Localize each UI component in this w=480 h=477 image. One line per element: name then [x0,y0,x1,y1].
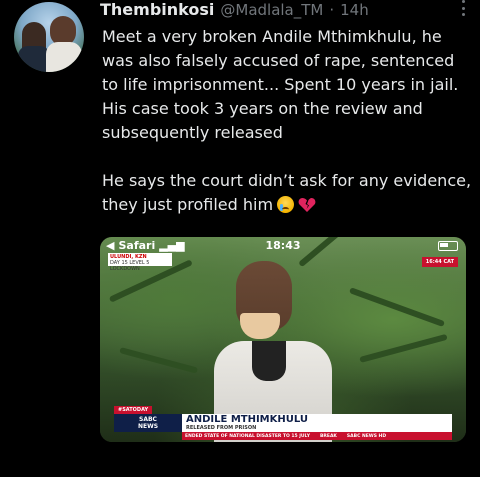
strap-subtitle: RELEASED FROM PRISON [186,425,257,431]
avatar-person-right-body [46,42,82,72]
name-strap: ANDILE MTHIMKHULU RELEASED FROM PRISON [182,414,452,432]
tweet[interactable]: Thembinkosi @Madlala_TM · 14h Meet a ver… [0,0,480,477]
news-crawl: ENDED STATE OF NATIONAL DISASTER TO 15 J… [182,432,452,440]
status-app-label: Safari [118,238,156,252]
person-shirt [252,341,286,381]
tweet-header: Thembinkosi @Madlala_TM · 14h [100,0,450,22]
author-name[interactable]: Thembinkosi [100,0,214,19]
broken-heart-icon [298,196,316,212]
crawl-break: BREAK [319,433,337,439]
tweet-paragraph-2: He says the court didn’t ask for any evi… [102,169,472,217]
face-mask [240,313,280,339]
tweet-media-image[interactable]: ◀ Safari ▂▄▆ 18:43 ULUNDI, KZN DAY 15 LE… [100,237,466,442]
meta-separator: · [329,1,335,19]
sabc-news-logo: SABC NEWS [114,414,182,432]
location-ticker: ULUNDI, KZN DAY 15 LEVEL 5 LOCKDOWN [108,253,172,272]
strap-name: ANDILE MTHIMKHULU [186,414,309,425]
battery-icon [438,241,458,251]
crying-face-icon [277,196,295,213]
crawl-site: SABC NEWS HD [346,433,387,439]
signal-icon: ▂▄▆ [159,238,185,252]
tweet-text: Meet a very broken Andile Mthimkhulu, he… [102,25,472,217]
phone-status-bar: ◀ Safari ▂▄▆ 18:43 [100,237,466,253]
more-options-icon[interactable] [462,0,466,16]
program-tag: #SATODAY [114,406,153,414]
tweet-timestamp[interactable]: 14h [340,1,369,19]
ticker-subtext: DAY 15 LEVEL 5 LOCKDOWN [110,260,150,272]
back-arrow-icon: ◀ [106,238,115,252]
logo-line-2: NEWS [137,423,159,430]
time-badge: 16:44 CAT [421,257,458,267]
news-lower-third: #SATODAY SABC NEWS ANDILE MTHIMKHULU REL… [100,402,466,442]
author-handle[interactable]: @Madlala_TM [220,1,323,19]
logo-line-1: SABC [139,416,157,423]
tweet-paragraph-1: Meet a very broken Andile Mthimkhulu, he… [102,27,459,142]
author-avatar[interactable] [14,2,84,72]
crawl-text: ENDED STATE OF NATIONAL DISASTER TO 15 J… [185,433,310,439]
